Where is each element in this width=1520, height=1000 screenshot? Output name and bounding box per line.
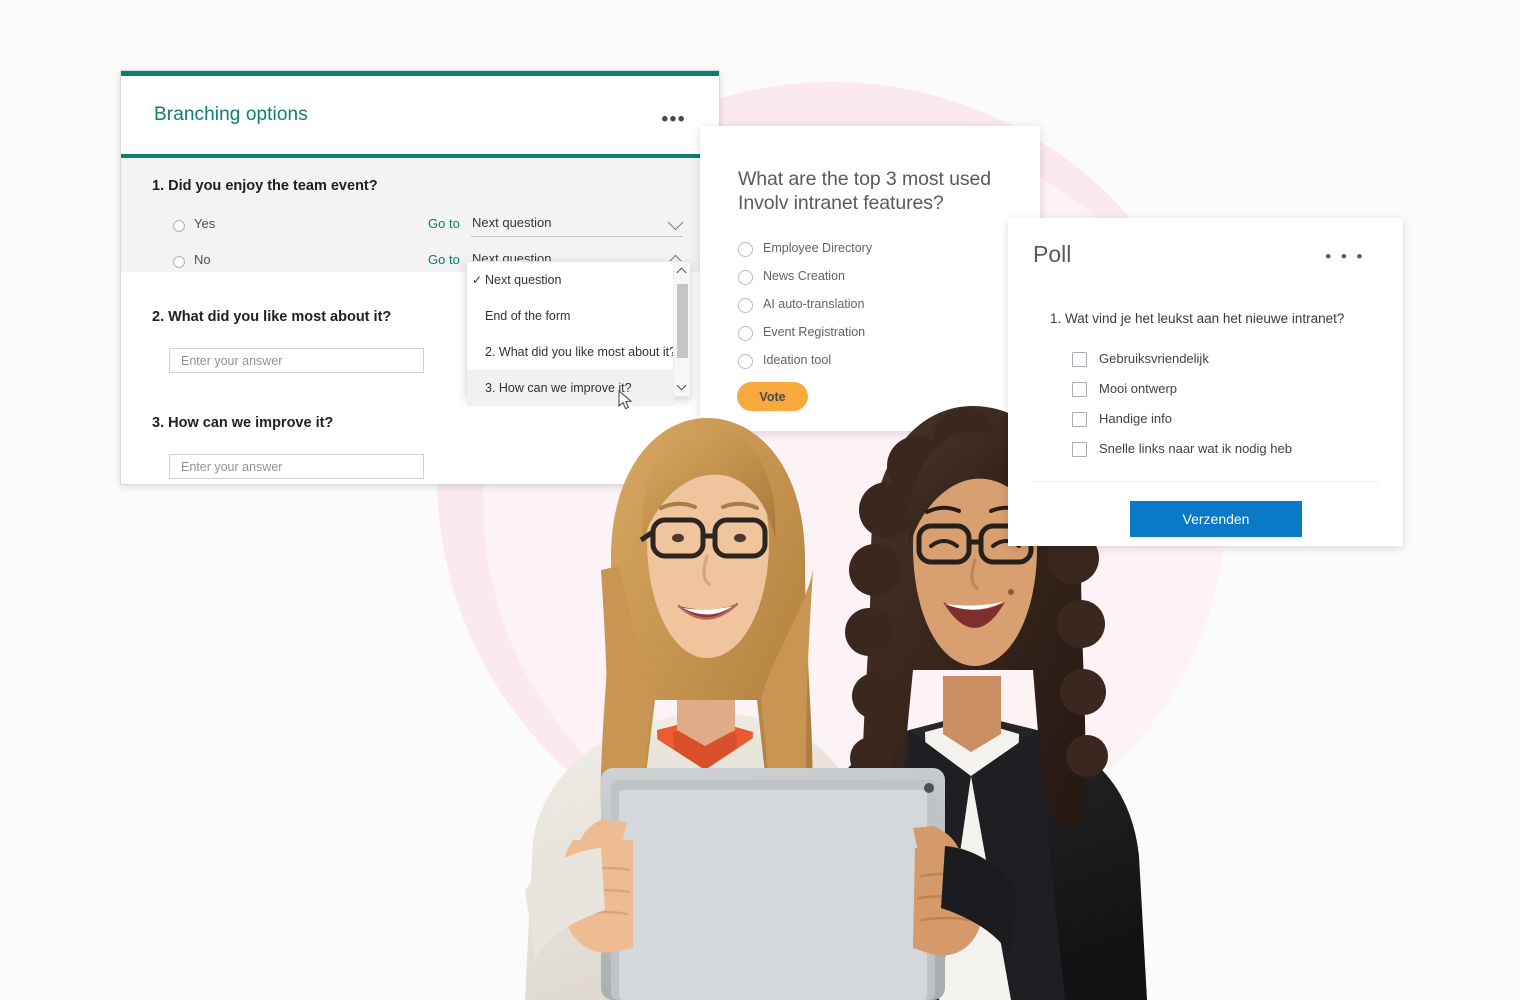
poll-question: 1. Wat vind je het leukst aan het nieuwe… [1050, 311, 1345, 326]
answer-input-question-2[interactable] [169, 348, 424, 373]
involv-option-label: News Creation [763, 269, 845, 283]
radio-icon[interactable] [738, 270, 753, 285]
involv-option-label: AI auto-translation [763, 297, 865, 311]
checkbox-icon[interactable] [1072, 442, 1087, 457]
vote-button[interactable]: Vote [737, 382, 808, 411]
dropdown-item-end-of-form[interactable]: End of the form [467, 298, 674, 334]
dropdown-item-question-2[interactable]: 2. What did you like most about it? [467, 334, 676, 370]
radio-icon[interactable] [738, 242, 753, 257]
chevron-up-icon [676, 267, 687, 278]
ellipsis-icon[interactable]: • • • [1325, 248, 1365, 265]
choice-row-yes: Yes Go to Next question [121, 214, 719, 244]
dropdown-item-question-3[interactable]: 3. How can we improve it? [467, 370, 674, 406]
page-title: Branching options [154, 104, 308, 125]
involv-poll-question: What are the top 3 most used Involv intr… [738, 168, 992, 214]
checkbox-icon[interactable] [1072, 382, 1087, 397]
radio-icon[interactable] [738, 354, 753, 369]
scroll-up-button[interactable] [674, 262, 691, 280]
ellipsis-icon[interactable]: ••• [662, 110, 686, 129]
goto-select-yes[interactable]: Next question [471, 212, 684, 237]
goto-label-no: Go to [428, 252, 460, 267]
chevron-down-icon [676, 380, 687, 391]
involv-option-label: Ideation tool [763, 353, 832, 367]
question-3-title: 3. How can we improve it? [152, 415, 334, 431]
checkbox-icon[interactable] [1072, 352, 1087, 367]
involv-poll-card: What are the top 3 most used Involv intr… [700, 126, 1040, 431]
question-1-title: 1. Did you enjoy the team event? [152, 178, 378, 194]
divider [1033, 481, 1378, 482]
goto-label-yes: Go to [428, 216, 460, 231]
radio-icon-no[interactable] [173, 256, 185, 268]
radio-icon-yes[interactable] [173, 220, 185, 232]
radio-icon[interactable] [738, 298, 753, 313]
answer-input-question-3[interactable] [169, 454, 424, 479]
poll-option-label: Snelle links naar wat ik nodig heb [1099, 441, 1292, 456]
dropdown-scrollbar[interactable] [673, 262, 690, 396]
goto-select-value-yes: Next question [472, 215, 552, 230]
question-2-title: 2. What did you like most about it? [152, 309, 392, 325]
choice-label-yes: Yes [194, 216, 216, 231]
involv-option-label: Event Registration [763, 325, 866, 339]
poll-card: Poll • • • 1. Wat vind je het leukst aan… [1008, 218, 1403, 546]
goto-dropdown-menu[interactable]: Next question End of the form 2. What di… [466, 261, 691, 406]
radio-icon[interactable] [738, 326, 753, 341]
involv-poll-inner-panel: What are the top 3 most used Involv intr… [711, 137, 1029, 420]
question-1-panel: 1. Did you enjoy the team event? Yes Go … [121, 154, 719, 273]
poll-option-label: Gebruiksvriendelijk [1099, 351, 1209, 366]
choice-label-no: No [194, 252, 211, 267]
submit-button[interactable]: Verzenden [1130, 501, 1302, 537]
chevron-down-icon [667, 214, 684, 231]
dropdown-item-next-question[interactable]: Next question [467, 262, 674, 298]
involv-option-label: Employee Directory [763, 241, 873, 255]
poll-option-label: Handige info [1099, 411, 1172, 426]
scroll-down-button[interactable] [674, 378, 691, 396]
poll-option-label: Mooi ontwerp [1099, 381, 1178, 396]
scrollbar-thumb[interactable] [677, 284, 688, 358]
poll-card-title: Poll [1033, 241, 1072, 267]
checkbox-icon[interactable] [1072, 412, 1087, 427]
branching-options-header: Branching options ••• [121, 76, 719, 154]
